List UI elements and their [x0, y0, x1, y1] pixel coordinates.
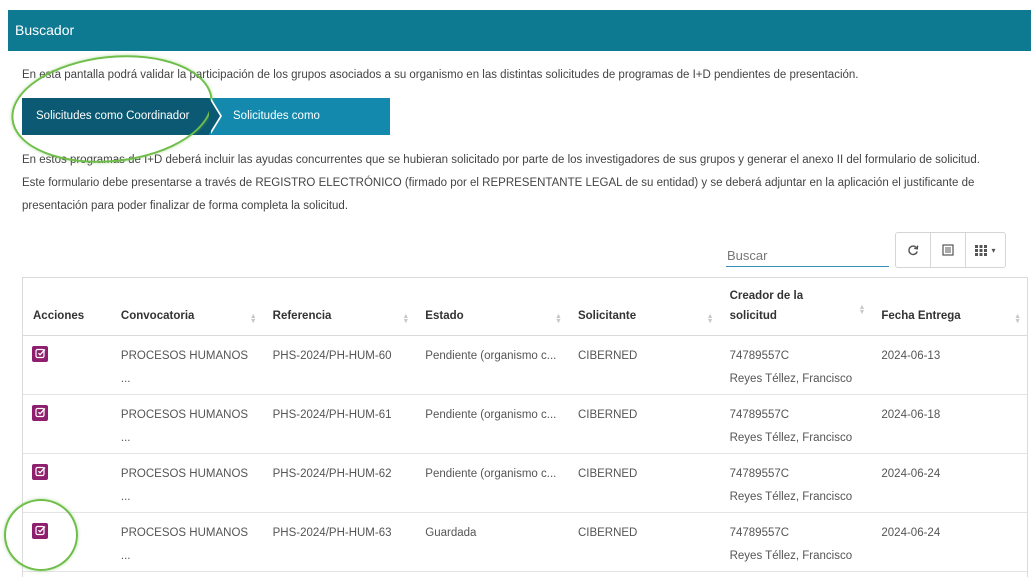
column-header: Acciones: [23, 278, 111, 336]
column-header[interactable]: Solicitante ▲ ▼: [567, 278, 720, 336]
refresh-icon: [908, 245, 919, 256]
solicitante-cell: CIBERNED: [567, 394, 720, 454]
creador-cell: 74789557C Reyes Téllez, Francisco: [719, 394, 872, 454]
fecha-cell: 2024-06-24: [871, 453, 1027, 513]
convocatoria-cell: PROCESOS HUMANOS ...: [110, 453, 263, 513]
description-line: En estos programas de I+D deberá incluir…: [22, 154, 980, 166]
referencia-cell: PHS-2024/PH-HUM-62: [262, 453, 416, 513]
edit-icon: [34, 525, 45, 536]
edit-button[interactable]: [32, 463, 48, 480]
table-row: PROCESOS HUMANOS ... PHS-2024/PH-HUM-63 …: [23, 512, 1027, 572]
tab-coordinador[interactable]: Solicitudes como Coordinador: [22, 98, 222, 135]
convocatoria-cell: PROCESOS HUMANOS ...: [110, 335, 263, 395]
table-toolbar: ▾: [895, 232, 1006, 268]
toggle-view-button[interactable]: [931, 233, 966, 267]
convocatoria-cell: PROCESOS HUMANOS ...: [110, 512, 263, 572]
column-header[interactable]: Creador de la solicitud ▲ ▼: [719, 278, 872, 336]
estado-cell: Pendiente (organismo c...: [415, 394, 568, 454]
creador-cell: 74789557C Reyes Téllez, Francisco: [719, 512, 872, 572]
actions-cell: [23, 394, 111, 454]
edit-button[interactable]: [32, 345, 48, 362]
columns-icon: [975, 244, 988, 256]
edit-icon: [34, 466, 45, 477]
results-table: Acciones Convocatoria ▲ ▼ Referencia ▲ ▼ Est…: [22, 277, 1028, 577]
solicitante-cell: CIBERNED: [567, 453, 720, 513]
column-header[interactable]: Referencia ▲ ▼: [262, 278, 416, 336]
edit-icon: [34, 348, 45, 359]
estado-cell: Pendiente (organismo c...: [415, 335, 568, 395]
page-header: Buscador: [8, 10, 1031, 51]
caret-down-icon: ▾: [991, 245, 996, 255]
table-header-row: Acciones Convocatoria ▲ ▼ Referencia ▲ ▼ Est…: [23, 278, 1027, 336]
sort-icon: ▲ ▼: [1014, 312, 1021, 325]
table-row: PROCESOS HUMANOS ... PHS-2024/PH-HUM-61 …: [23, 394, 1027, 454]
column-header[interactable]: Estado ▲ ▼: [415, 278, 568, 336]
referencia-cell: PHS-2024/PH-HUM-63: [262, 512, 416, 572]
intro-text: En esta pantalla podrá validar la partic…: [22, 69, 859, 81]
refresh-button[interactable]: [896, 233, 931, 267]
sort-icon: ▲ ▼: [249, 312, 257, 325]
description-text: En estos programas de I+D deberá incluir…: [22, 149, 1022, 218]
search-input[interactable]: [726, 240, 889, 267]
actions-cell: [23, 512, 111, 572]
actions-cell: [23, 453, 111, 513]
solicitante-cell: CIBERNED: [567, 335, 720, 395]
creador-cell: 74789557C Reyes Téllez, Francisco: [719, 335, 872, 395]
columns-button[interactable]: ▾: [966, 233, 1005, 267]
column-header[interactable]: Convocatoria ▲ ▼: [110, 278, 263, 336]
referencia-cell: PHS-2024/PH-HUM-60: [262, 335, 416, 395]
step-tabs: Solicitudes como Coordinador Solicitudes…: [22, 98, 390, 159]
fecha-cell: 2024-06-18: [871, 394, 1027, 454]
actions-cell: [23, 335, 111, 395]
description-line: presentación para poder finalizar de for…: [22, 200, 349, 212]
convocatoria-cell: PROCESOS HUMANOS ...: [110, 394, 263, 454]
referencia-cell: PHS-2024/PH-HUM-61: [262, 394, 416, 454]
table-row: PROCESOS HUMANOS ... PHS-2024/PH-HUM-60 …: [23, 335, 1027, 395]
sort-icon: ▲ ▼: [402, 312, 410, 325]
fecha-cell: 2024-06-24: [871, 512, 1027, 572]
edit-button[interactable]: [32, 404, 48, 421]
edit-icon: [34, 407, 45, 418]
table-row: PROCESOS HUMANOS ... PHS-2024/PH-HUM-62 …: [23, 453, 1027, 513]
page-title: Buscador: [15, 22, 75, 38]
column-header[interactable]: Fecha Entrega ▲ ▼: [871, 278, 1027, 336]
tab-participante[interactable]: Solicitudes como Participante: [209, 98, 390, 159]
sort-icon: ▲ ▼: [858, 303, 866, 316]
edit-button[interactable]: [32, 522, 48, 539]
estado-cell: Pendiente (organismo c...: [415, 453, 568, 513]
sort-icon: ▲ ▼: [555, 312, 562, 325]
fecha-cell: 2024-06-13: [871, 335, 1027, 395]
creador-cell: 74789557C Reyes Téllez, Francisco: [719, 453, 872, 513]
estado-cell: Guardada: [415, 512, 568, 572]
sort-icon: ▲ ▼: [706, 312, 714, 325]
list-icon: [942, 244, 954, 256]
solicitante-cell: CIBERNED: [567, 512, 720, 572]
description-line: Este formulario debe presentarse a travé…: [22, 177, 975, 189]
